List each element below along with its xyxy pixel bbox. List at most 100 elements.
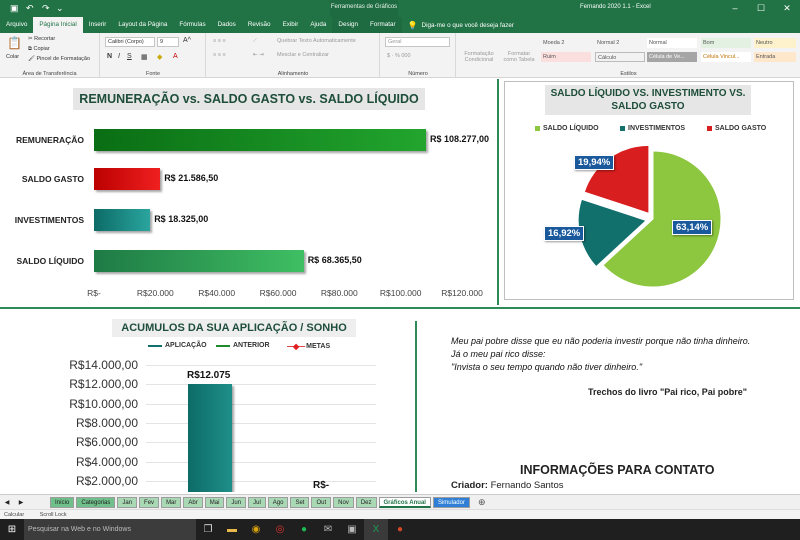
- sheet-tab[interactable]: Categorias: [76, 496, 116, 508]
- bar[interactable]: [94, 209, 151, 231]
- legend-item: SALDO LÍQUIDO: [535, 125, 599, 132]
- gridline: [146, 461, 376, 463]
- borders-icon[interactable]: ▦: [141, 53, 148, 61]
- creator-line: Criador: Fernando Santos: [451, 480, 563, 491]
- taskbar-search[interactable]: Pesquisar na Web e no Windows: [24, 519, 196, 540]
- y-tick-label: R$4.000,00: [75, 454, 138, 469]
- bar[interactable]: [94, 250, 304, 272]
- sheet-tab[interactable]: Jan: [117, 496, 138, 508]
- paste-icon[interactable]: 📋: [7, 36, 22, 50]
- sheet-tab[interactable]: Nov: [333, 496, 354, 508]
- sheet-tab[interactable]: Set: [290, 496, 310, 508]
- media-icon[interactable]: ◎: [268, 519, 292, 540]
- cut-button[interactable]: ✂ Recortar: [28, 36, 55, 42]
- file-explorer-icon[interactable]: ▬: [220, 519, 244, 540]
- align-left-icon[interactable]: ≡ ≡ ≡: [213, 52, 226, 58]
- tab-design[interactable]: Design: [332, 17, 365, 33]
- bar[interactable]: [94, 168, 161, 190]
- undo-icon[interactable]: ↶: [26, 3, 34, 13]
- conditional-format-button[interactable]: Formatação Condicional: [461, 51, 497, 63]
- paste-button[interactable]: Colar: [6, 54, 19, 60]
- style-cell[interactable]: Normal 2: [595, 38, 645, 48]
- legend-item: —◆— METAS: [287, 342, 330, 351]
- scroll-left-icon[interactable]: ◀: [0, 499, 14, 506]
- minimize-icon[interactable]: –: [722, 0, 748, 17]
- style-cell[interactable]: Entrada: [754, 52, 796, 62]
- align-top-icon[interactable]: ≡ ≡ ≡: [213, 38, 226, 44]
- fill-color-icon[interactable]: ◆: [157, 53, 162, 61]
- worksheet[interactable]: REMUNERAÇÃO vs. SALDO GASTO vs. SALDO LÍ…: [0, 79, 800, 492]
- tab-formulas[interactable]: Fórmulas: [173, 17, 211, 33]
- tab-format[interactable]: Formatar: [364, 17, 402, 33]
- spotify-icon[interactable]: ●: [292, 519, 316, 540]
- add-sheet-icon[interactable]: ⊕: [478, 497, 486, 508]
- font-size-select[interactable]: 9: [157, 37, 179, 47]
- style-cell[interactable]: Moeda 2: [541, 38, 591, 48]
- tab-file[interactable]: Arquivo: [0, 17, 33, 33]
- tab-data[interactable]: Dados: [212, 17, 242, 33]
- style-cell[interactable]: Cálculo: [595, 52, 645, 62]
- copy-button[interactable]: ⧉ Copiar: [28, 46, 50, 53]
- save-icon[interactable]: ▣: [10, 3, 19, 13]
- tab-page-layout[interactable]: Layout da Página: [112, 17, 173, 33]
- task-view-icon[interactable]: ❐: [196, 519, 220, 540]
- wrap-text-button[interactable]: Quebrar Texto Automaticamente: [277, 38, 356, 44]
- contact-heading: INFORMAÇÕES PARA CONTATO: [520, 463, 715, 477]
- orientation-icon[interactable]: ⟋: [253, 38, 257, 45]
- sheet-tab[interactable]: Dez: [355, 496, 377, 508]
- pie-data-label: 16,92%: [544, 226, 585, 241]
- chrome-icon[interactable]: ◉: [244, 519, 268, 540]
- sheet-tab[interactable]: Mai: [204, 496, 225, 508]
- lightbulb-icon: 💡: [407, 20, 418, 30]
- sheet-tab[interactable]: Gráficos Anual: [378, 496, 431, 508]
- style-cell[interactable]: Neutro: [754, 38, 796, 48]
- tab-view[interactable]: Exibir: [277, 17, 305, 33]
- tab-home[interactable]: Página Inicial: [33, 17, 83, 33]
- close-icon[interactable]: ✕: [774, 0, 800, 17]
- customize-qat-icon[interactable]: ⌄: [56, 3, 64, 13]
- style-cell[interactable]: Célula Vincul...: [701, 52, 751, 62]
- sheet-tab[interactable]: Abr: [183, 496, 203, 508]
- sheet-tab[interactable]: Jul: [248, 496, 266, 508]
- excel-icon[interactable]: X: [364, 519, 388, 540]
- grow-font-icon[interactable]: A^: [183, 37, 191, 44]
- sheet-tab[interactable]: Out: [311, 496, 332, 508]
- tab-help[interactable]: Ajuda: [304, 17, 332, 33]
- style-cell[interactable]: Ruim: [541, 52, 591, 62]
- scroll-right-icon[interactable]: ▶: [14, 499, 28, 506]
- tab-insert[interactable]: Inserir: [83, 17, 113, 33]
- merge-center-button[interactable]: Mesclar e Centralizar: [277, 52, 329, 58]
- start-icon[interactable]: ⊞: [0, 519, 24, 540]
- maximize-icon[interactable]: ☐: [748, 0, 774, 17]
- tell-me-box[interactable]: 💡 Diga-me o que você deseja fazer: [408, 21, 514, 30]
- indent-icon[interactable]: ⇤ ⇥: [253, 52, 264, 58]
- bold-icon[interactable]: N: [107, 53, 112, 60]
- style-cell[interactable]: Bom: [701, 38, 751, 48]
- font-name-select[interactable]: Calibri (Corpo): [105, 37, 155, 47]
- gridline: [146, 480, 376, 482]
- mail-icon[interactable]: ✉: [316, 519, 340, 540]
- number-format-select[interactable]: Geral: [385, 37, 450, 47]
- bar[interactable]: [94, 129, 426, 151]
- category-label: SALDO GASTO: [21, 174, 84, 184]
- underline-icon[interactable]: S: [127, 53, 132, 60]
- sheet-tab[interactable]: Início: [50, 496, 75, 508]
- sheet-tab[interactable]: Jun: [226, 496, 247, 508]
- sheet-tab[interactable]: Mar: [161, 496, 182, 508]
- currency-icon[interactable]: $ · % 000: [387, 53, 411, 59]
- store-icon[interactable]: ▣: [340, 519, 364, 540]
- tab-review[interactable]: Revisão: [242, 17, 277, 33]
- powerpoint-icon[interactable]: ●: [388, 519, 412, 540]
- font-color-icon[interactable]: A: [173, 53, 178, 60]
- sheet-tab[interactable]: Fev: [139, 496, 160, 508]
- redo-icon[interactable]: ↷: [42, 3, 50, 13]
- value-label: R$ 21.586,50: [164, 173, 219, 183]
- italic-icon[interactable]: I: [118, 53, 120, 60]
- sheet-tab[interactable]: Simulador: [432, 496, 470, 508]
- column-bar[interactable]: [188, 383, 232, 492]
- style-cell[interactable]: Normal: [647, 38, 697, 48]
- sheet-tab[interactable]: Ago: [267, 496, 289, 508]
- format-as-table-button[interactable]: Formatar como Tabela: [501, 51, 537, 63]
- style-cell[interactable]: Célula de Ve...: [647, 52, 697, 62]
- format-painter-button[interactable]: 🖌 Pincel de Formatação: [28, 56, 90, 62]
